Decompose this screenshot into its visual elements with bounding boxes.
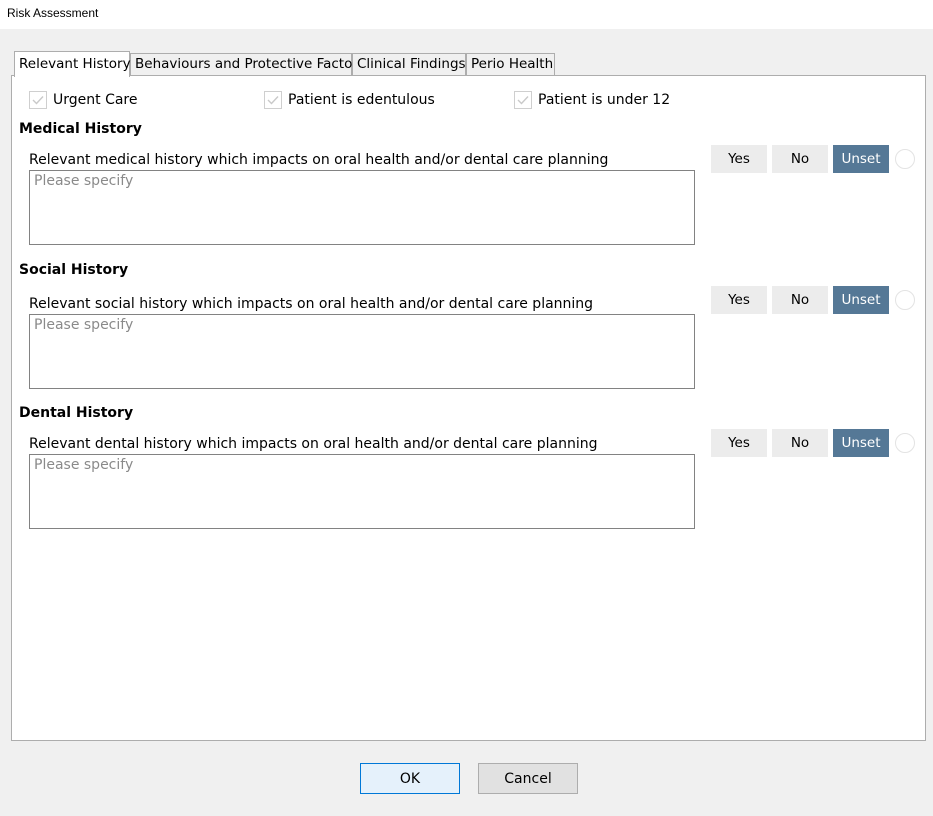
medical-history-yes-button[interactable]: Yes	[711, 145, 767, 173]
social-history-input[interactable]	[29, 314, 695, 389]
title-bar: Risk Assessment	[0, 0, 933, 29]
dental-history-input[interactable]	[29, 454, 695, 529]
medical-history-title: Medical History	[19, 121, 142, 137]
social-history-question: Relevant social history which impacts on…	[29, 296, 594, 312]
social-history-no-button[interactable]: No	[772, 286, 828, 314]
tab-relevant-history[interactable]: Relevant History	[14, 51, 131, 77]
medical-history-input[interactable]	[29, 170, 695, 245]
dental-history-title: Dental History	[19, 405, 134, 421]
urgent-care-label: Urgent Care	[53, 92, 138, 108]
social-history-unset-button[interactable]: Unset	[833, 286, 889, 314]
window-title: Risk Assessment	[7, 6, 99, 20]
urgent-care-checkbox[interactable]: Urgent Care	[29, 90, 138, 110]
social-history-yes-button[interactable]: Yes	[711, 286, 767, 314]
tab-clinical-findings[interactable]: Clinical Findings	[352, 53, 466, 75]
checkbox-box[interactable]	[264, 91, 282, 109]
checkbox-box[interactable]	[514, 91, 532, 109]
patient-under-12-checkbox[interactable]: Patient is under 12	[514, 90, 670, 110]
dental-history-status-radio[interactable]	[895, 433, 915, 453]
check-icon	[267, 96, 279, 105]
medical-history-status-radio[interactable]	[895, 149, 915, 169]
patient-under-12-label: Patient is under 12	[538, 92, 671, 108]
social-history-status-radio[interactable]	[895, 290, 915, 310]
medical-history-question: Relevant medical history which impacts o…	[29, 152, 609, 168]
checkbox-box[interactable]	[29, 91, 47, 109]
check-icon	[32, 96, 44, 105]
tab-perio-health[interactable]: Perio Health	[466, 53, 555, 75]
medical-history-unset-button[interactable]: Unset	[833, 145, 889, 173]
dental-history-unset-button[interactable]: Unset	[833, 429, 889, 457]
patient-edentulous-checkbox[interactable]: Patient is edentulous	[264, 90, 435, 110]
social-history-title: Social History	[19, 262, 129, 278]
check-icon	[517, 96, 529, 105]
tab-behaviours-and-protective-factors[interactable]: Behaviours and Protective Factors	[130, 53, 365, 75]
patient-edentulous-label: Patient is edentulous	[288, 92, 435, 108]
ok-button[interactable]: OK	[360, 763, 460, 794]
cancel-button[interactable]: Cancel	[478, 763, 578, 794]
dental-history-question: Relevant dental history which impacts on…	[29, 436, 598, 452]
dental-history-no-button[interactable]: No	[772, 429, 828, 457]
dental-history-yes-button[interactable]: Yes	[711, 429, 767, 457]
medical-history-no-button[interactable]: No	[772, 145, 828, 173]
